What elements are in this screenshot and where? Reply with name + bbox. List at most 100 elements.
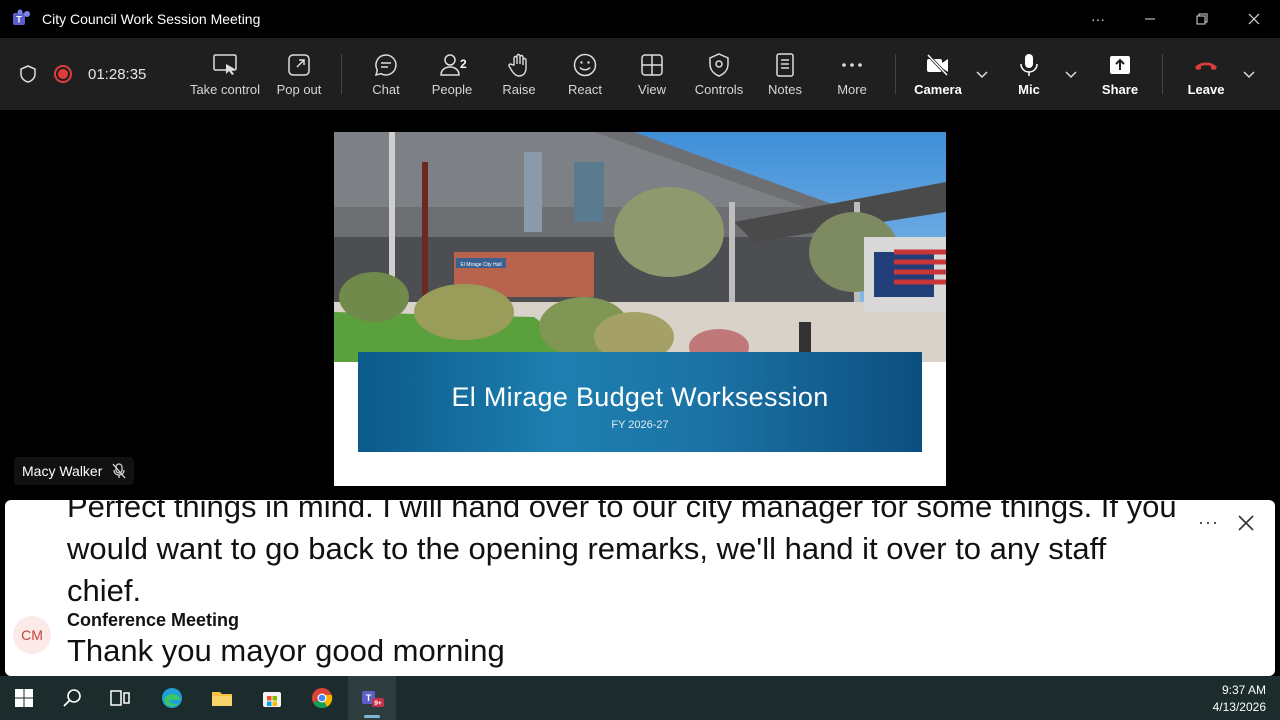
start-button[interactable] bbox=[0, 676, 48, 720]
people-label: People bbox=[431, 81, 473, 97]
chat-icon bbox=[374, 53, 397, 76]
windows-taskbar: T 9+ 9:37 AM 4/13/2026 bbox=[0, 676, 1280, 720]
raise-label: Raise bbox=[502, 81, 536, 97]
people-button[interactable]: People bbox=[424, 38, 480, 110]
window-more-button[interactable]: ··· bbox=[1072, 0, 1124, 38]
toolbar-divider bbox=[895, 54, 896, 94]
clock-date: 4/13/2026 bbox=[1212, 700, 1266, 714]
pop-out-icon bbox=[288, 53, 310, 76]
mic-button[interactable]: Mic bbox=[1006, 38, 1052, 110]
controls-icon bbox=[709, 52, 729, 77]
take-control-button[interactable]: Take control bbox=[190, 38, 260, 110]
take-control-icon bbox=[213, 53, 237, 75]
notes-icon bbox=[776, 52, 794, 77]
camera-options-chevron-icon[interactable] bbox=[972, 64, 992, 84]
close-captions-icon[interactable] bbox=[1237, 514, 1255, 532]
recording-icon bbox=[54, 65, 72, 83]
chrome-button[interactable] bbox=[298, 676, 346, 720]
slide-title-banner: El Mirage Budget Worksession FY 2026-27 bbox=[358, 352, 922, 452]
meeting-status: 01:28:35 bbox=[0, 64, 180, 84]
raise-hand-button[interactable]: Raise bbox=[494, 38, 544, 110]
camera-label: Camera bbox=[914, 81, 962, 97]
shield-icon[interactable] bbox=[18, 64, 38, 84]
folder-icon bbox=[212, 692, 232, 706]
toolbar-divider bbox=[1162, 54, 1163, 94]
caption-latest: Thank you mayor good morning bbox=[67, 633, 505, 668]
people-count-badge: 2 bbox=[460, 57, 467, 71]
raise-hand-icon bbox=[508, 53, 527, 77]
presenter-name: Macy Walker bbox=[22, 463, 103, 479]
search-button[interactable] bbox=[48, 676, 96, 720]
meeting-toolbar: 01:28:35 Take control Pop out Chat Peopl… bbox=[0, 38, 1280, 110]
meeting-timer: 01:28:35 bbox=[88, 65, 147, 83]
view-icon bbox=[641, 53, 663, 76]
system-clock[interactable]: 9:37 AM 4/13/2026 bbox=[1213, 682, 1266, 716]
controls-label: Controls bbox=[694, 81, 744, 97]
view-button[interactable]: View bbox=[628, 38, 676, 110]
notes-button[interactable]: Notes bbox=[761, 38, 809, 110]
slide-subtitle: FY 2026-27 bbox=[611, 418, 669, 431]
captions-more-button[interactable]: ··· bbox=[1198, 512, 1219, 533]
mic-options-chevron-icon[interactable] bbox=[1061, 64, 1081, 84]
pop-out-button[interactable]: Pop out bbox=[270, 38, 328, 110]
windows-start-icon bbox=[15, 689, 33, 707]
leave-options-chevron-icon[interactable] bbox=[1239, 64, 1259, 84]
teams-logo-icon: T bbox=[13, 9, 30, 25]
share-icon bbox=[1110, 55, 1130, 74]
chat-label: Chat bbox=[372, 81, 400, 97]
chrome-icon bbox=[312, 688, 333, 709]
file-explorer-button[interactable] bbox=[198, 676, 246, 720]
store-button[interactable] bbox=[248, 676, 296, 720]
restore-icon bbox=[1196, 13, 1208, 25]
controls-button[interactable]: Controls bbox=[690, 38, 748, 110]
task-view-icon bbox=[110, 690, 130, 706]
svg-text:T: T bbox=[366, 693, 372, 703]
slide-top-band bbox=[334, 116, 946, 132]
teams-taskbar-button[interactable]: T 9+ bbox=[348, 676, 396, 720]
more-icon bbox=[842, 62, 862, 67]
teams-badge: 9+ bbox=[374, 700, 382, 707]
speaker-name: Conference Meeting bbox=[67, 610, 240, 630]
react-icon bbox=[573, 53, 597, 76]
mic-label: Mic bbox=[1018, 81, 1040, 97]
title-bar: T City Council Work Session Meeting ··· bbox=[0, 0, 1280, 38]
meeting-stage: El Mirage City Hall El Mirage Budget Wor… bbox=[0, 110, 1280, 500]
city-hall-photo: El Mirage City Hall bbox=[334, 132, 946, 362]
task-view-button[interactable] bbox=[96, 676, 144, 720]
speaker-avatar: CM bbox=[13, 616, 51, 654]
caption-text: Perfect things in mind. I will hand over… bbox=[67, 500, 1177, 608]
window-controls: ··· bbox=[1072, 0, 1280, 38]
clock-time: 9:37 AM bbox=[1221, 683, 1266, 697]
leave-icon bbox=[1195, 62, 1217, 70]
window-title: City Council Work Session Meeting bbox=[42, 11, 261, 27]
share-label: Share bbox=[1101, 81, 1139, 97]
share-button[interactable]: Share bbox=[1096, 38, 1144, 110]
close-window-button[interactable] bbox=[1228, 0, 1280, 38]
mic-icon bbox=[1020, 53, 1038, 76]
store-icon bbox=[263, 692, 281, 707]
take-control-label: Take control bbox=[189, 81, 261, 97]
minimize-button[interactable] bbox=[1124, 0, 1176, 38]
camera-button[interactable]: Camera bbox=[910, 38, 966, 110]
notes-label: Notes bbox=[768, 81, 802, 97]
pop-out-label: Pop out bbox=[276, 81, 322, 97]
leave-button[interactable]: Leave bbox=[1182, 38, 1230, 110]
edge-icon bbox=[162, 688, 182, 708]
search-icon bbox=[63, 689, 81, 707]
chat-button[interactable]: Chat bbox=[360, 38, 412, 110]
close-icon bbox=[1248, 13, 1260, 25]
edge-button[interactable] bbox=[148, 676, 196, 720]
leave-label: Leave bbox=[1187, 81, 1225, 97]
react-label: React bbox=[568, 81, 602, 97]
toolbar-divider bbox=[341, 54, 342, 94]
react-button[interactable]: React bbox=[560, 38, 610, 110]
minimize-icon bbox=[1145, 18, 1155, 20]
view-label: View bbox=[638, 81, 666, 97]
restore-button[interactable] bbox=[1176, 0, 1228, 38]
building-sign: El Mirage City Hall bbox=[460, 262, 501, 268]
slide-title: El Mirage Budget Worksession bbox=[451, 381, 829, 412]
mic-muted-icon bbox=[112, 463, 126, 479]
more-button[interactable]: More bbox=[828, 38, 876, 110]
shared-slide: El Mirage City Hall El Mirage Budget Wor… bbox=[334, 116, 946, 486]
svg-text:T: T bbox=[16, 15, 22, 25]
